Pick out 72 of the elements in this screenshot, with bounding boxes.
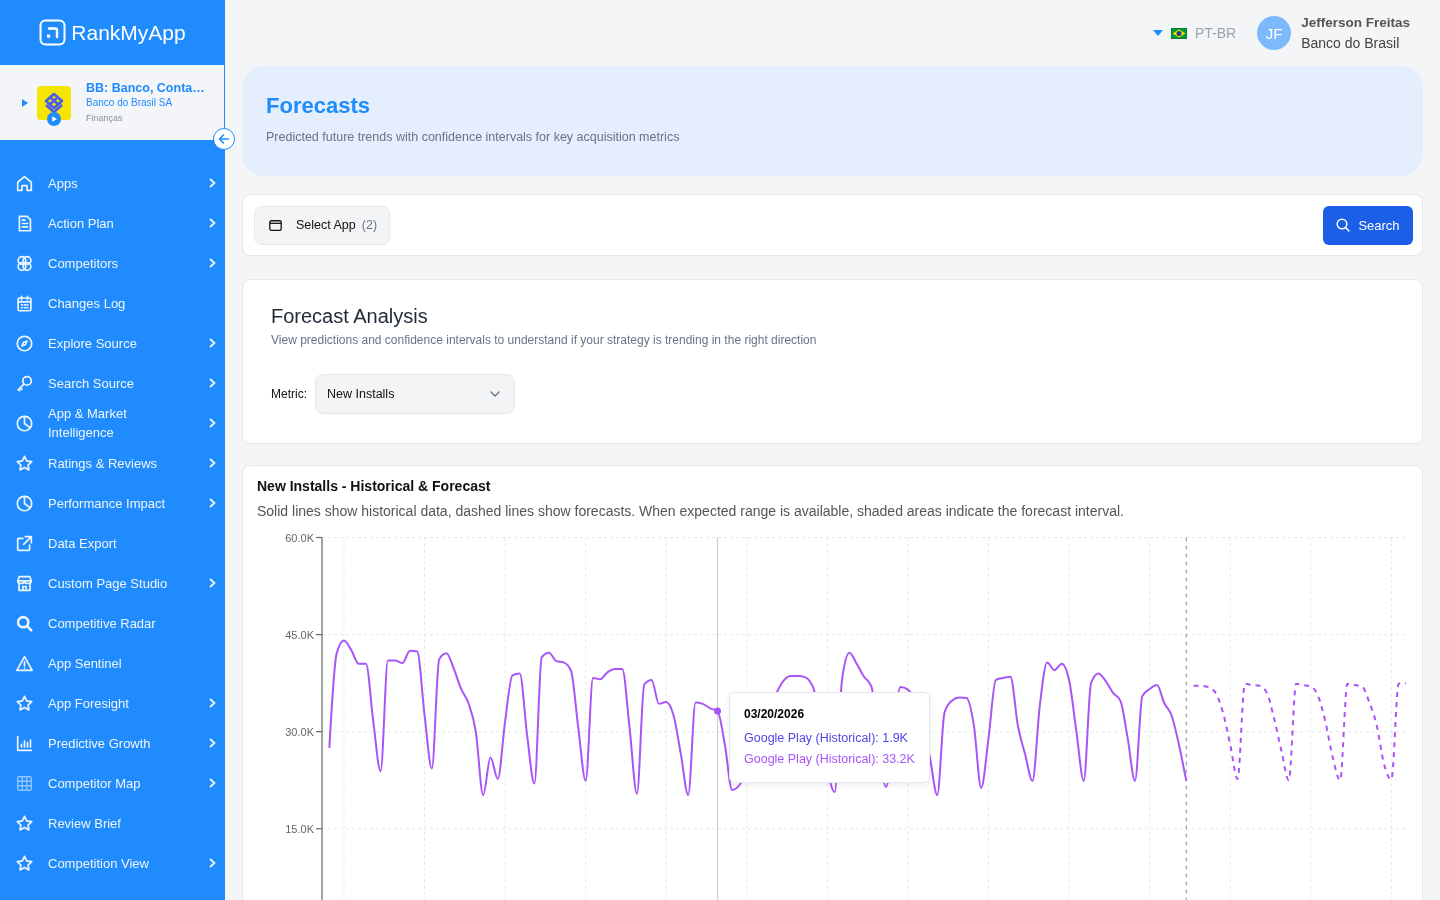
sidebar-item[interactable]: Competitors — [0, 243, 225, 283]
sidebar-item[interactable]: Competitive Radar — [0, 603, 225, 643]
warning-icon — [16, 654, 33, 672]
user-name: Jefferson Freitas — [1301, 14, 1410, 32]
external-link-icon — [16, 534, 33, 552]
sidebar-item[interactable]: Review Brief — [0, 803, 225, 843]
app-publisher: Banco do Brasil SA — [86, 96, 174, 109]
metric-label: Metric: — [271, 387, 307, 401]
select-app-button[interactable]: Select App (2) — [254, 205, 391, 245]
calendar-icon — [16, 294, 33, 312]
language-selector[interactable]: PT-BR — [1152, 25, 1237, 41]
star-icon — [16, 854, 33, 872]
pie-chart-icon — [16, 494, 33, 512]
window-icon — [269, 219, 282, 231]
y-axis-label: 15.0K — [285, 822, 314, 835]
avatar[interactable]: JF — [1257, 16, 1292, 50]
document-icon — [16, 214, 33, 232]
sidebar-item[interactable]: Competitor Map — [0, 763, 225, 803]
metric-select[interactable]: New Installs — [315, 374, 515, 414]
sidebar-item[interactable]: App Foresight — [0, 683, 225, 723]
logo-icon — [39, 19, 67, 46]
app-card[interactable]: BB: Banco, Conta… Banco do Brasil SA Finanças — [0, 65, 225, 140]
grid-icon — [16, 774, 33, 792]
arrow-left-icon — [218, 133, 230, 145]
sidebar-item[interactable]: Data Export — [0, 523, 225, 563]
page-subtitle: Predicted future trends with confidence intervals for key acquisition metrics — [266, 129, 681, 145]
pie-chart-icon — [16, 414, 33, 432]
point-marker-icon — [714, 707, 721, 715]
compass-icon — [16, 334, 33, 352]
sidebar-item[interactable]: Search Source — [0, 363, 225, 403]
y-axis-label: 30.0K — [285, 725, 314, 738]
circles-icon — [16, 254, 33, 272]
sidebar-item[interactable]: Predictive Growth — [0, 723, 225, 763]
y-axis-label: 60.0K — [285, 531, 314, 544]
home-icon — [16, 174, 33, 192]
sidebar-item[interactable]: Performance Impact — [0, 483, 225, 523]
app-icon — [37, 85, 71, 120]
sidebar-item[interactable]: Competition View — [0, 843, 225, 883]
user-organization: Banco do Brasil — [1301, 34, 1401, 53]
search-icon — [1336, 218, 1351, 232]
app-category: Finanças — [86, 112, 124, 124]
sidebar-item[interactable]: Action Plan — [0, 203, 225, 243]
sidebar-item[interactable]: Changes Log — [0, 283, 225, 323]
search-button[interactable]: Search — [1323, 205, 1413, 245]
page-title: Forecasts — [266, 92, 371, 120]
sidebar-item[interactable]: App & Market Intelligence — [0, 403, 225, 443]
chevron-down-icon — [490, 391, 500, 397]
sidebar-item[interactable]: Ratings & Reviews — [0, 443, 225, 483]
bar-chart-icon — [16, 734, 33, 752]
sidebar-item[interactable]: Explore Source — [0, 323, 225, 363]
section-subtitle: View predictions and confidence intervals to understand if your strategy is trending in the right direction — [271, 332, 818, 348]
store-icon — [16, 574, 33, 592]
y-axis-label: 45.0K — [285, 628, 314, 641]
chart-title: New Installs - Historical & Forecast — [257, 477, 492, 495]
tooltip-entry: Google Play (Historical): 33.2K — [744, 750, 915, 768]
sidebar-item[interactable]: App Sentinel — [0, 643, 225, 683]
tooltip-entry: Google Play (Historical): 1.9K — [744, 729, 909, 747]
sidebar-item[interactable]: Apps — [0, 163, 225, 203]
star-icon — [16, 454, 33, 472]
star-icon — [16, 814, 33, 832]
tooltip-date: 03/20/2026 — [744, 705, 806, 722]
section-title: Forecast Analysis — [271, 304, 429, 329]
app-name: BB: Banco, Conta… — [86, 81, 205, 96]
chart-description: Solid lines show historical data, dashed lines show forecasts. When expected range is available, shaded areas indicate the forecast interval. — [257, 502, 1125, 520]
brand-name: RankMyApp — [71, 20, 186, 45]
caret-down-icon — [1152, 30, 1163, 36]
sidebar-item[interactable]: Custom Page Studio — [0, 563, 225, 603]
play-badge-icon — [47, 111, 61, 126]
key-icon — [16, 374, 33, 392]
search-icon — [16, 614, 33, 632]
star-icon — [16, 694, 33, 712]
flag-icon — [1170, 27, 1187, 39]
